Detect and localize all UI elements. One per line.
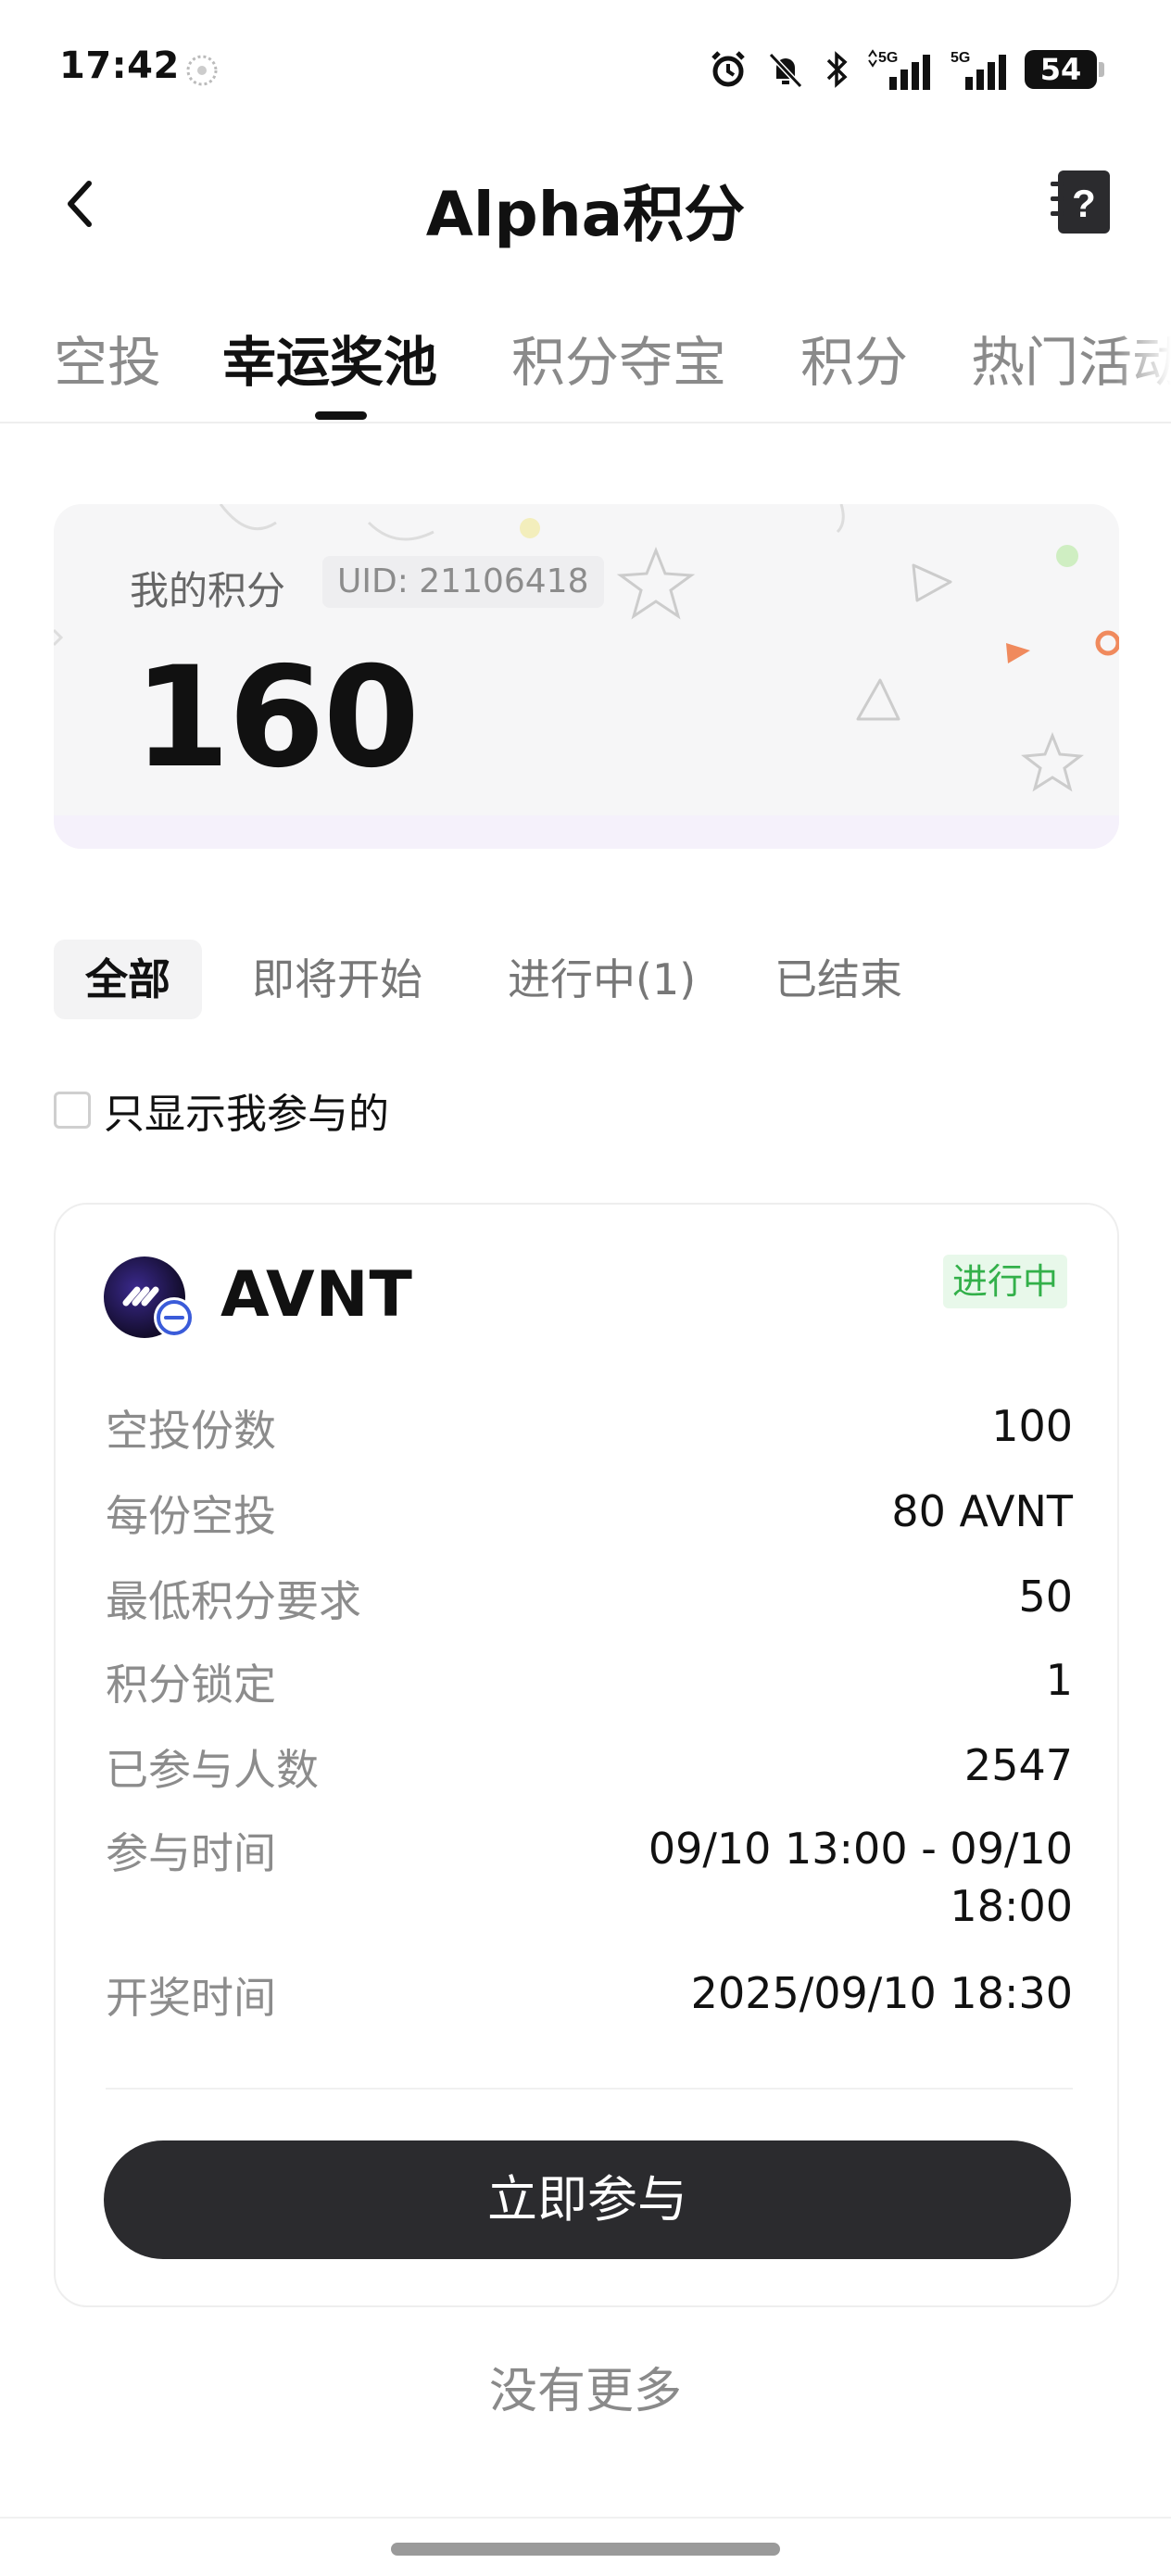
chain-icon [157, 1300, 192, 1335]
signal-icon: 5G [868, 49, 930, 90]
tab-bar: 空投 幸运奖池 积分夺宝 积分 热门活动 [0, 297, 1171, 426]
status-bar: 17:42 5G 5G 54 [0, 0, 1171, 139]
detail-key: 已参与人数 [106, 1745, 319, 1795]
status-icons: 5G 5G 54 [708, 46, 1104, 93]
pool-card: AVNT 进行中 空投份数 100 每份空投 80 AVNT 最低积分要求 50… [54, 1203, 1119, 2307]
divider [0, 2517, 1171, 2519]
time-range-line1: 09/10 13:00 - 09/10 [648, 1824, 1073, 1874]
tab-airdrop[interactable]: 空投 [54, 319, 161, 397]
signal-icon: 5G [951, 50, 1006, 90]
status-time: 17:42 [59, 44, 180, 87]
only-mine-label: 只显示我参与的 [104, 1091, 389, 1138]
gear-icon [183, 52, 220, 89]
detail-value: 09/10 13:00 - 09/10 18:00 [648, 1820, 1073, 1935]
detail-key: 积分锁定 [106, 1660, 276, 1710]
token-name: AVNT [220, 1258, 413, 1332]
tab-lucky-pool[interactable]: 幸运奖池 [222, 319, 437, 397]
uid-chip: UID: 21106418 [322, 556, 604, 608]
points-label: 我的积分 [130, 568, 286, 613]
detail-value: 50 [1018, 1572, 1073, 1622]
only-mine-checkbox[interactable] [54, 1092, 91, 1129]
detail-value: 80 AVNT [891, 1486, 1073, 1536]
home-indicator[interactable] [391, 2543, 780, 2556]
detail-key: 参与时间 [106, 1828, 276, 1878]
detail-key: 每份空投 [106, 1491, 276, 1541]
detail-key: 最低积分要求 [106, 1576, 361, 1626]
alarm-icon [711, 51, 745, 87]
filter-upcoming[interactable]: 即将开始 [252, 940, 422, 1019]
tab-points-treasure[interactable]: 积分夺宝 [511, 319, 726, 397]
svg-text:5G: 5G [878, 50, 898, 66]
svg-text:?: ? [1072, 182, 1096, 225]
join-now-button[interactable]: 立即参与 [104, 2140, 1071, 2259]
chain-badge [154, 1297, 195, 1338]
mute-bell-icon [768, 52, 803, 89]
card-bottom-strip [54, 815, 1119, 849]
tab-points[interactable]: 积分 [800, 319, 908, 397]
status-badge: 进行中 [942, 1255, 1067, 1308]
active-tab-indicator [315, 411, 367, 420]
filter-all[interactable]: 全部 [54, 940, 202, 1019]
header: Alpha积分 ? [0, 148, 1171, 259]
filter-ongoing[interactable]: 进行中(1) [508, 940, 696, 1019]
filter-ended[interactable]: 已结束 [774, 940, 902, 1019]
points-value: 160 [133, 638, 420, 799]
detail-value: 2547 [963, 1740, 1073, 1790]
bluetooth-icon [826, 51, 848, 88]
question-notebook-icon: ? [1051, 170, 1110, 234]
no-more-text: 没有更多 [488, 2364, 682, 2419]
points-card: 我的积分 UID: 21106418 160 [54, 504, 1119, 849]
detail-value: 1 [1045, 1655, 1073, 1705]
help-button[interactable]: ? [1049, 169, 1114, 235]
detail-key: 开奖时间 [106, 1973, 276, 2023]
detail-value: 100 [991, 1401, 1073, 1451]
time-range-line2: 18:00 [950, 1881, 1073, 1931]
divider [0, 422, 1171, 423]
detail-value: 2025/09/10 18:30 [690, 1968, 1073, 2018]
battery-icon: 54 [1025, 50, 1104, 89]
divider [106, 2088, 1073, 2090]
only-mine-toggle[interactable]: 只显示我参与的 [54, 1082, 389, 1138]
tabs-fade [1115, 297, 1171, 408]
page-title: Alpha积分 [425, 179, 746, 250]
svg-text:5G: 5G [951, 50, 970, 66]
detail-key: 空投份数 [106, 1406, 276, 1456]
